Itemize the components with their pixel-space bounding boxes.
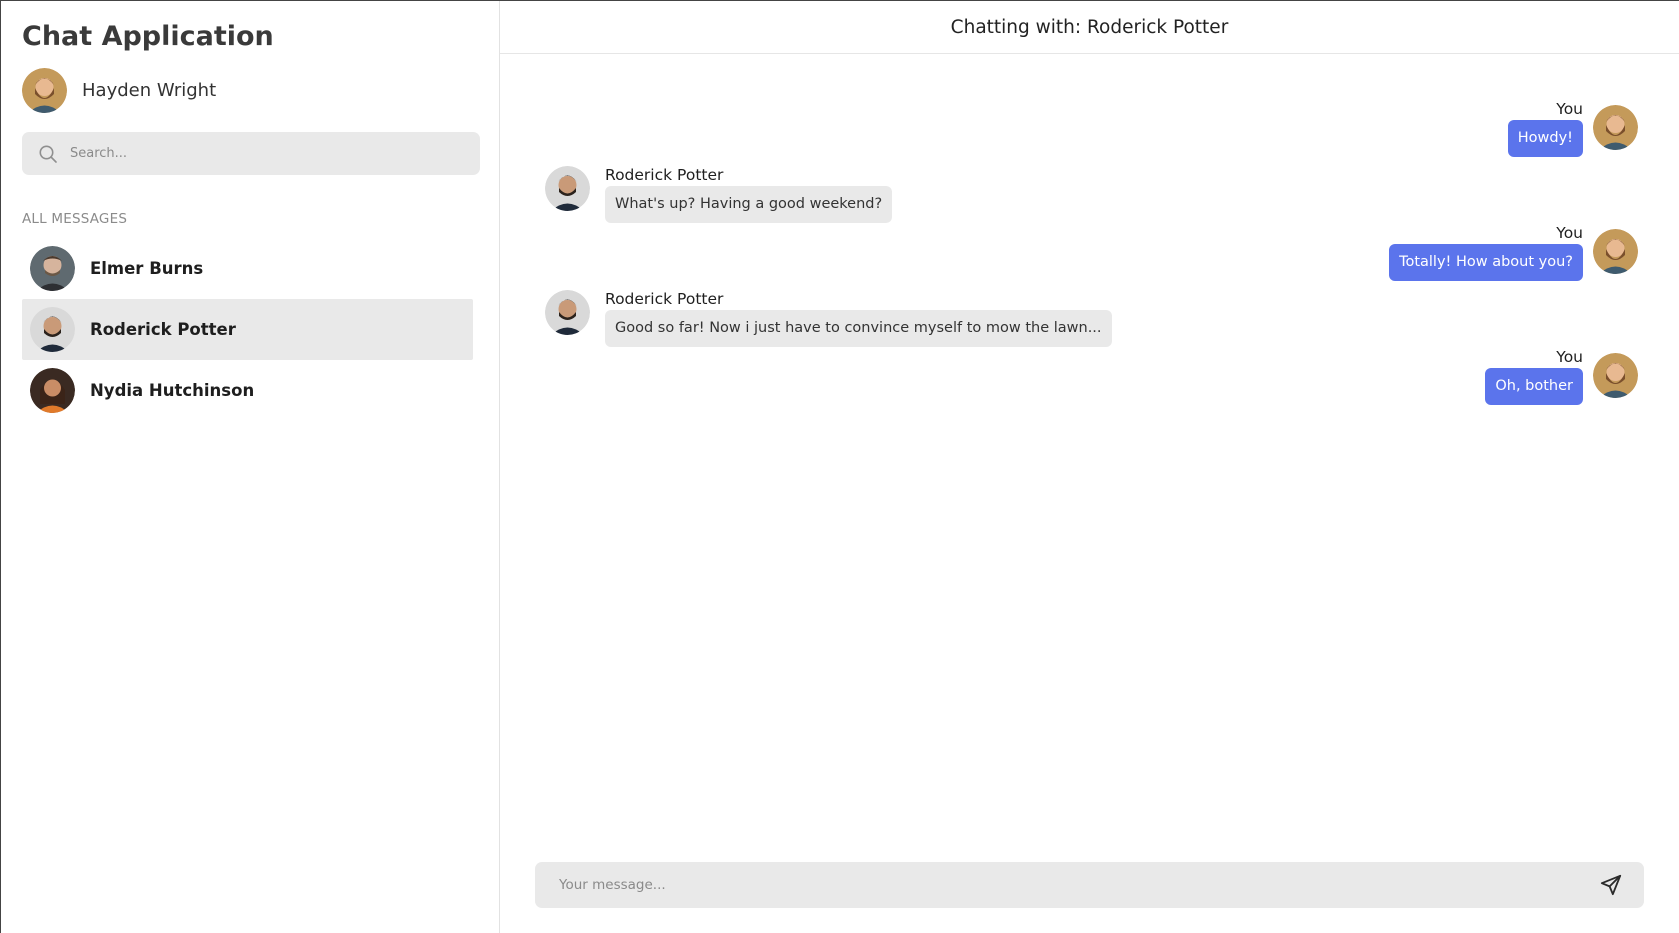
- conversation-name: Nydia Hutchinson: [90, 381, 255, 400]
- message-bubble: Totally! How about you?: [1389, 244, 1583, 281]
- message-incoming: Roderick Potter What's up? Having a good…: [605, 166, 893, 223]
- contact-avatar: [545, 166, 590, 211]
- current-user: Hayden Wright: [22, 68, 216, 113]
- my-avatar: [1593, 229, 1638, 274]
- search-input[interactable]: [70, 146, 450, 161]
- my-avatar: [1593, 353, 1638, 398]
- app-title: Chat Application: [22, 21, 274, 52]
- current-user-avatar: [22, 68, 67, 113]
- message-incoming: Roderick Potter Good so far! Now i just …: [605, 290, 1112, 347]
- message-composer: [535, 862, 1644, 908]
- current-user-name: Hayden Wright: [82, 80, 217, 101]
- message-outgoing: You Totally! How about you?: [1389, 224, 1583, 281]
- conversation-name: Elmer Burns: [90, 259, 204, 278]
- search-box[interactable]: [22, 132, 480, 175]
- search-icon: [39, 145, 57, 163]
- message-outgoing: You Oh, bother: [1485, 348, 1583, 405]
- sidebar: Chat Application Hayden Wright ALL MESSA…: [1, 1, 500, 933]
- message-bubble: Good so far! Now i just have to convince…: [605, 310, 1112, 347]
- message-sender: You: [1556, 224, 1583, 242]
- message-bubble: Howdy!: [1507, 120, 1583, 157]
- message-sender: You: [1556, 100, 1583, 118]
- conversation-name: Roderick Potter: [90, 320, 236, 339]
- chat-app: Chat Application Hayden Wright ALL MESSA…: [0, 0, 1679, 933]
- section-label: ALL MESSAGES: [22, 211, 128, 227]
- conversation-item-nydia-hutchinson[interactable]: Nydia Hutchinson: [22, 360, 473, 421]
- message-input[interactable]: [559, 877, 1559, 893]
- conversation-list: Elmer Burns Roderick Potter Nydia Hutchi…: [22, 238, 473, 421]
- message-outgoing: You Howdy!: [1507, 100, 1583, 157]
- send-icon[interactable]: [1600, 874, 1622, 896]
- avatar: [30, 246, 75, 291]
- message-bubble: Oh, bother: [1485, 368, 1583, 405]
- conversation-item-elmer-burns[interactable]: Elmer Burns: [22, 238, 473, 299]
- message-bubble: What's up? Having a good weekend?: [605, 186, 893, 223]
- avatar: [30, 368, 75, 413]
- avatar: [30, 307, 75, 352]
- message-sender: Roderick Potter: [605, 290, 724, 308]
- message-sender: You: [1556, 348, 1583, 366]
- chat-panel: Chatting with: Roderick Potter You Howdy…: [500, 1, 1679, 933]
- chat-header: Chatting with: Roderick Potter: [500, 1, 1679, 54]
- conversation-item-roderick-potter[interactable]: Roderick Potter: [22, 299, 473, 360]
- message-sender: Roderick Potter: [605, 166, 724, 184]
- contact-avatar: [545, 290, 590, 335]
- my-avatar: [1593, 105, 1638, 150]
